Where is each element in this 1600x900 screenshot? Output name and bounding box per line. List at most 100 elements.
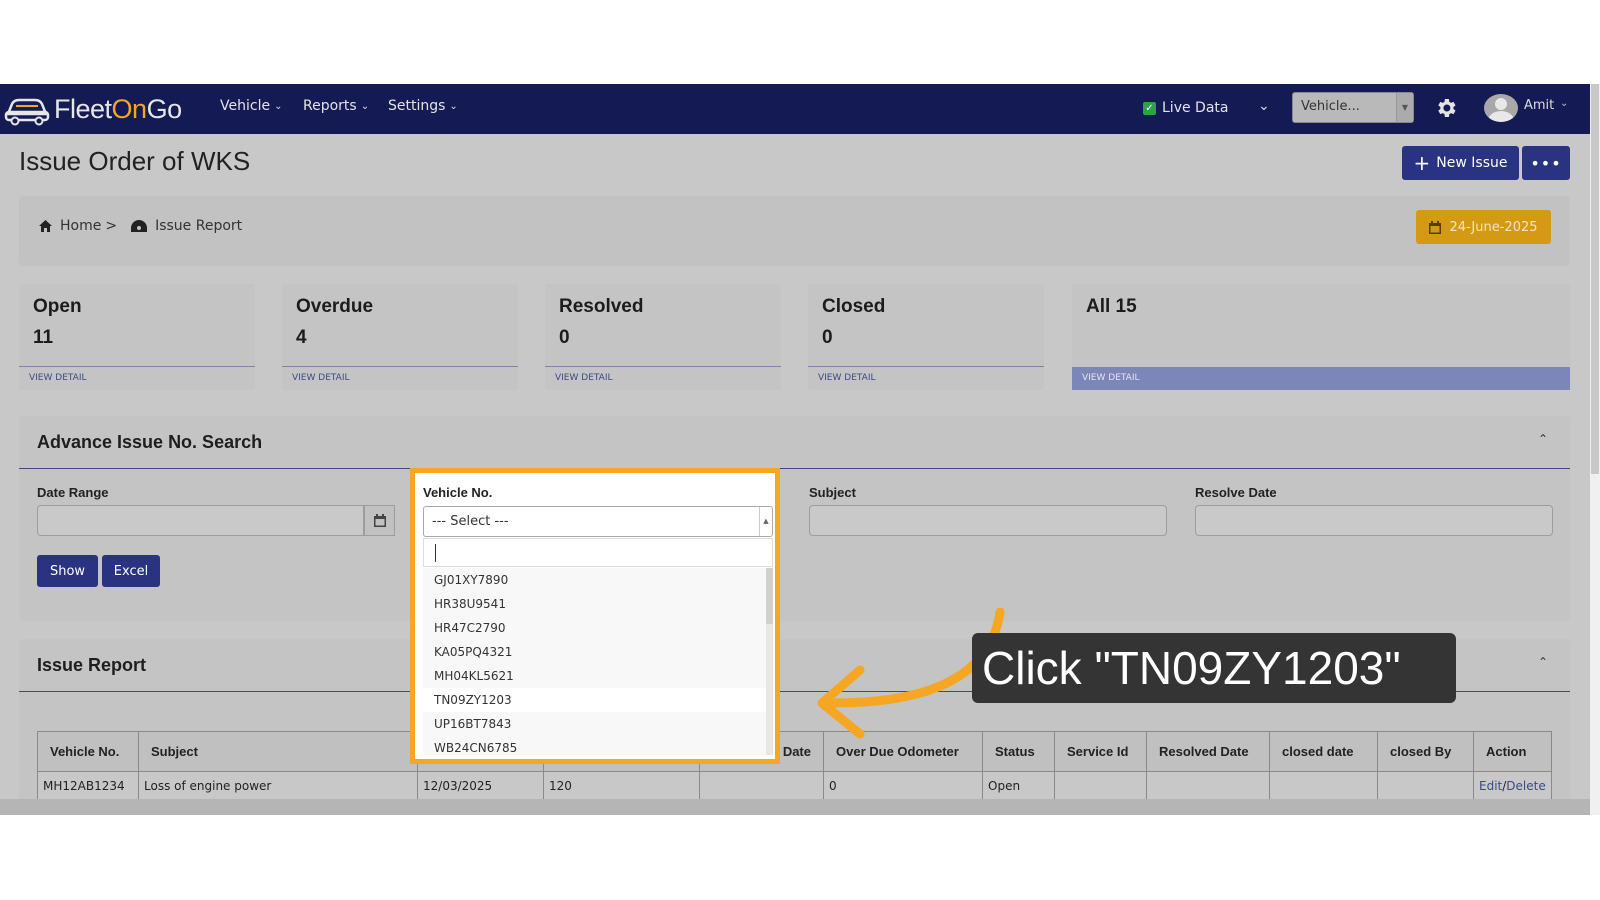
logo-word-fleet: Fleet xyxy=(54,93,112,124)
stat-label: All 15 xyxy=(1086,296,1137,317)
vehicle-option[interactable]: HR47C2790 xyxy=(423,616,773,640)
excel-button[interactable]: Excel xyxy=(102,555,160,587)
column-header[interactable]: Vehicle No. xyxy=(37,731,139,772)
caret-up-icon: ▲ xyxy=(759,507,772,536)
view-detail-link[interactable]: VIEW DETAIL xyxy=(555,373,613,383)
divider xyxy=(808,366,1044,367)
nav-menu-settings[interactable]: Settings ⌄ xyxy=(388,98,458,114)
show-button-label: Show xyxy=(49,563,86,579)
breadcrumb-bar: Home > Issue Report xyxy=(19,196,1570,266)
view-detail-link[interactable]: VIEW DETAIL xyxy=(1082,373,1140,383)
vehicle-no-label: Vehicle No. xyxy=(423,485,493,500)
show-button[interactable]: Show xyxy=(37,555,98,587)
nav-menu-vehicle[interactable]: Vehicle ⌄ xyxy=(220,98,282,114)
vehicle-option[interactable]: MH04KL5621 xyxy=(423,664,773,688)
home-icon xyxy=(39,220,52,232)
subject-label: Subject xyxy=(809,485,856,500)
table-header-row: Vehicle No. Subject Date Over Due Odomet… xyxy=(37,731,1552,772)
new-issue-button[interactable]: + New Issue xyxy=(1402,146,1519,180)
user-name[interactable]: Amit xyxy=(1524,98,1554,113)
view-detail-link[interactable]: VIEW DETAIL xyxy=(818,373,876,383)
vehicle-option[interactable]: UP16BT7843 xyxy=(423,712,773,736)
live-data-toggle[interactable]: ✓ Live Data xyxy=(1143,100,1228,116)
cell-closed-date xyxy=(1269,771,1378,800)
live-data-label: Live Data xyxy=(1162,100,1229,116)
breadcrumb-home[interactable]: Home xyxy=(60,218,101,234)
column-header[interactable]: Subject xyxy=(138,731,418,772)
vehicle-option[interactable]: KA05PQ4321 xyxy=(423,640,773,664)
nav-menu-reports[interactable]: Reports ⌄ xyxy=(303,98,369,114)
stat-label: Overdue xyxy=(296,296,374,317)
date-range-input[interactable] xyxy=(37,505,364,536)
avatar[interactable] xyxy=(1484,94,1518,122)
checkbox-checked-icon[interactable]: ✓ xyxy=(1143,101,1156,115)
column-header[interactable]: Resolved Date xyxy=(1146,731,1270,772)
delete-link[interactable]: Delete xyxy=(1506,779,1545,793)
stat-card-closed: Closed 0 VIEW DETAIL xyxy=(808,284,1044,390)
vertical-scrollbar[interactable] xyxy=(1590,84,1600,815)
scrollbar-thumb[interactable] xyxy=(1591,84,1599,474)
column-header[interactable]: closed date xyxy=(1269,731,1378,772)
cell-subject: Loss of engine power xyxy=(138,771,418,800)
stat-count: 0 xyxy=(822,327,833,348)
ellipsis-icon: ••• xyxy=(1530,153,1562,173)
cell-closed-by xyxy=(1377,771,1474,800)
calendar-button[interactable] xyxy=(364,505,395,536)
vehicle-option[interactable]: GJ01XY7890 xyxy=(423,568,773,592)
scrollbar-thumb[interactable] xyxy=(766,568,773,624)
horizontal-scrollbar[interactable] xyxy=(0,799,1590,815)
divider xyxy=(545,366,781,367)
chevron-down-icon[interactable]: ⌄ xyxy=(1560,98,1568,109)
column-header[interactable]: Action xyxy=(1473,731,1552,772)
vehicle-select[interactable]: Vehicle... ▼ xyxy=(1292,92,1414,123)
divider xyxy=(282,366,518,367)
cell-due-date xyxy=(699,771,824,800)
nav-menu-settings-label: Settings xyxy=(388,98,446,114)
edit-link[interactable]: Edit xyxy=(1479,779,1502,793)
dropdown-scrollbar[interactable] xyxy=(766,568,773,755)
stat-count: 11 xyxy=(33,327,54,348)
caret-down-icon: ▼ xyxy=(1396,93,1413,122)
advance-search-panel: Advance Issue No. Search ⌃ Date Range Su… xyxy=(19,416,1570,621)
column-header[interactable]: closed By xyxy=(1377,731,1474,772)
vehicle-option-list[interactable]: GJ01XY7890 HR38U9541 HR47C2790 KA05PQ432… xyxy=(423,568,773,755)
avatar-head xyxy=(1495,98,1507,110)
nav-menu-vehicle-label: Vehicle xyxy=(220,98,271,114)
car-logo-icon xyxy=(4,98,50,126)
more-options-button[interactable]: ••• xyxy=(1522,146,1570,180)
chevron-down-icon: ⌄ xyxy=(360,100,370,112)
subject-input[interactable] xyxy=(809,505,1167,536)
resolve-date-input[interactable] xyxy=(1195,505,1553,536)
view-detail-link[interactable]: VIEW DETAIL xyxy=(292,373,350,383)
stat-count: 4 xyxy=(296,327,307,348)
chevron-up-icon[interactable]: ⌃ xyxy=(1538,432,1548,446)
logo-text: FleetOnGo xyxy=(54,94,182,125)
stat-card-all: All 15 VIEW DETAIL xyxy=(1072,284,1570,390)
plus-icon: + xyxy=(1413,151,1431,175)
logo-word-on: On xyxy=(111,93,148,124)
instruction-callout: Click "TN09ZY1203" xyxy=(972,633,1456,703)
table-row: MH12AB1234 Loss of engine power 12/03/20… xyxy=(37,771,1552,800)
vehicle-no-select[interactable]: --- Select --- ▲ xyxy=(423,506,773,537)
view-detail-link[interactable]: VIEW DETAIL xyxy=(29,373,87,383)
calendar-icon xyxy=(1429,220,1442,234)
chevron-down-icon[interactable]: ⌄ xyxy=(1258,98,1270,114)
chevron-up-icon[interactable]: ⌃ xyxy=(1538,655,1548,669)
stat-count: 0 xyxy=(559,327,570,348)
nav-menu-reports-label: Reports xyxy=(303,98,357,114)
logo[interactable]: FleetOnGo xyxy=(4,90,199,128)
new-issue-label: New Issue xyxy=(1436,155,1508,171)
breadcrumb-current: Issue Report xyxy=(155,218,243,234)
cell-status: Open xyxy=(982,771,1055,800)
gear-icon[interactable] xyxy=(1434,96,1458,120)
vehicle-option[interactable]: HR38U9541 xyxy=(423,592,773,616)
vehicle-option[interactable]: WB24CN6785 xyxy=(423,736,773,755)
vehicle-search-input[interactable] xyxy=(423,538,773,567)
divider xyxy=(19,366,255,367)
column-header[interactable]: Service Id xyxy=(1054,731,1147,772)
date-button[interactable]: 24-June-2025 xyxy=(1416,210,1551,244)
vehicle-option-target[interactable]: TN09ZY1203 xyxy=(423,688,773,712)
excel-button-label: Excel xyxy=(113,563,149,579)
date-range-label: Date Range xyxy=(37,485,109,500)
stat-card-overdue: Overdue 4 VIEW DETAIL xyxy=(282,284,518,390)
